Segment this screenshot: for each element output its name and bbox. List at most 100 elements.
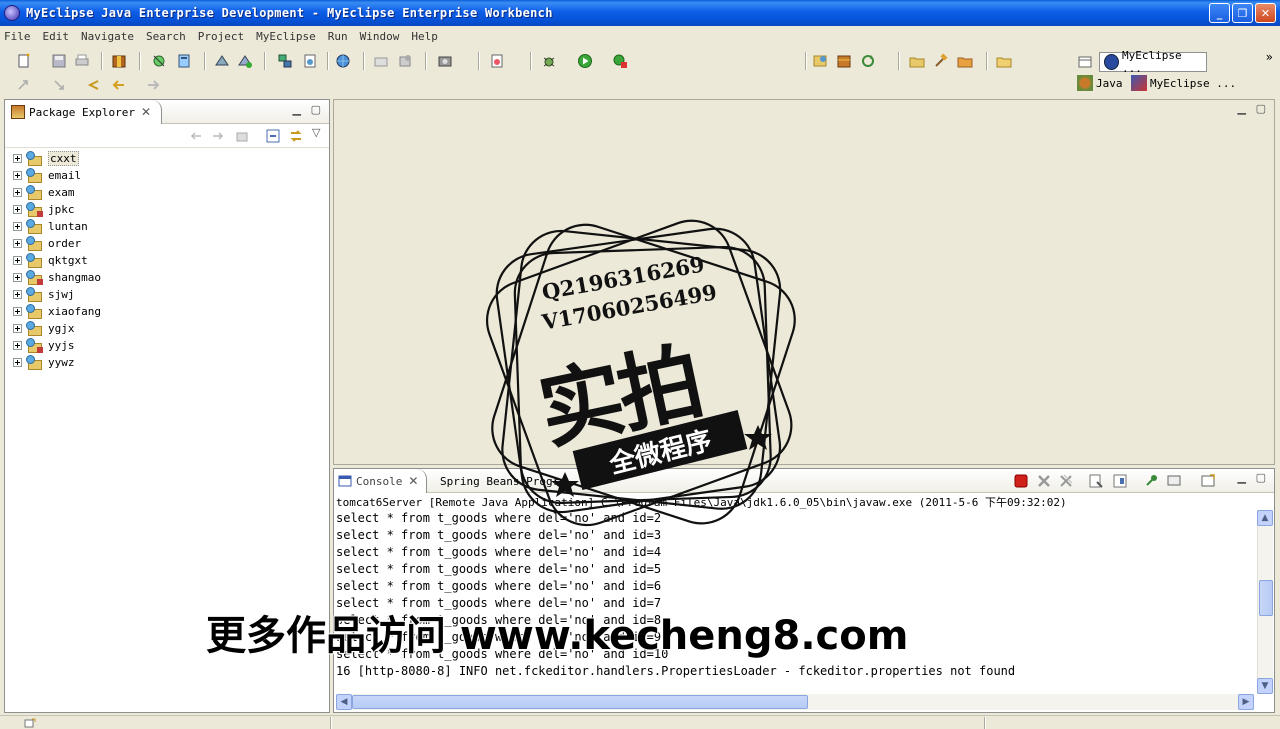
globe-icon[interactable] <box>335 53 351 69</box>
save-icon[interactable] <box>51 53 67 69</box>
menu-navigate[interactable]: Navigate <box>81 30 134 43</box>
tab-spring-beans-progress[interactable]: Spring Beans Progre <box>440 469 566 493</box>
pin-console-icon[interactable] <box>1144 474 1158 488</box>
scroll-left-icon[interactable]: ◀ <box>336 694 352 710</box>
forward-nav-icon[interactable] <box>210 128 226 144</box>
expand-icon[interactable] <box>13 256 22 265</box>
maximize-view-icon[interactable]: ▢ <box>311 103 321 116</box>
scroll-right-icon[interactable]: ▶ <box>1238 694 1254 710</box>
back-icon[interactable] <box>110 77 126 93</box>
tree-item-yywz[interactable]: yywz <box>13 354 101 371</box>
menu-run[interactable]: Run <box>328 30 348 43</box>
remove-launch-icon[interactable] <box>1037 474 1051 488</box>
perspective-myeclipse-active[interactable]: MyEclipse ... <box>1099 49 1207 75</box>
tree-item-shangmao[interactable]: shangmao <box>13 269 101 286</box>
tab-console[interactable]: Console ✕ <box>334 469 428 493</box>
up-nav-icon[interactable] <box>234 128 250 144</box>
expand-icon[interactable] <box>13 273 22 282</box>
print-icon[interactable] <box>74 53 90 69</box>
clear-console-icon[interactable] <box>1089 474 1103 488</box>
close-icon[interactable]: ✕ <box>141 105 151 119</box>
scroll-down-icon[interactable]: ▼ <box>1257 678 1273 694</box>
console-maximize-icon[interactable]: ▢ <box>1256 471 1266 484</box>
external-tools-icon[interactable] <box>612 53 628 69</box>
open-type-icon[interactable] <box>373 53 389 69</box>
menu-window[interactable]: Window <box>360 30 400 43</box>
folder-tool-icon[interactable] <box>957 53 973 69</box>
open-resource-icon[interactable] <box>397 53 413 69</box>
debug-server-icon[interactable] <box>151 53 167 69</box>
open-folder-icon[interactable] <box>909 53 925 69</box>
back-nav-icon[interactable] <box>188 128 204 144</box>
run-server-icon[interactable] <box>237 53 253 69</box>
new-package-icon[interactable] <box>836 53 852 69</box>
horizontal-scroll-thumb[interactable] <box>352 695 808 709</box>
open-web-icon[interactable] <box>812 53 828 69</box>
link-with-editor-icon[interactable] <box>288 128 304 144</box>
scroll-lock-icon[interactable] <box>1113 474 1127 488</box>
expand-icon[interactable] <box>13 341 22 350</box>
tree-item-yyjs[interactable]: yyjs <box>13 337 101 354</box>
expand-icon[interactable] <box>13 188 22 197</box>
new-class-icon[interactable] <box>489 53 505 69</box>
maximize-button[interactable]: ❐ <box>1232 3 1253 23</box>
minimize-button[interactable]: _ <box>1209 3 1230 23</box>
camera-icon[interactable] <box>437 53 453 69</box>
forward-icon[interactable] <box>146 77 162 93</box>
expand-icon[interactable] <box>13 307 22 316</box>
tree-item-cxxt[interactable]: cxxt <box>13 150 101 167</box>
tree-item-luntan[interactable]: luntan <box>13 218 101 235</box>
myeclipse-app-icon[interactable] <box>4 5 20 21</box>
tree-item-jpkc[interactable]: jpkc <box>13 201 101 218</box>
display-selected-console-icon[interactable] <box>1167 474 1181 488</box>
hammer-icon[interactable] <box>933 53 949 69</box>
run-icon[interactable] <box>577 53 593 69</box>
deploy-icon[interactable] <box>214 53 230 69</box>
tab-package-explorer[interactable]: Package Explorer ✕ <box>5 100 163 124</box>
refresh-icon[interactable] <box>860 53 876 69</box>
tree-item-ygjx[interactable]: ygjx <box>13 320 101 337</box>
menu-search[interactable]: Search <box>146 30 186 43</box>
expand-icon[interactable] <box>13 222 22 231</box>
expand-icon[interactable] <box>13 290 22 299</box>
editor-maximize-icon[interactable]: ▢ <box>1256 102 1266 115</box>
title-bar[interactable]: MyEclipse Java Enterprise Development - … <box>0 0 1280 26</box>
console-output[interactable]: select * from t_goods where del='no' and… <box>336 510 1254 688</box>
menu-edit[interactable]: Edit <box>43 30 70 43</box>
new-icon[interactable] <box>16 53 32 69</box>
close-icon[interactable]: ✕ <box>408 474 418 488</box>
database-icon[interactable] <box>277 53 293 69</box>
debug-icon[interactable] <box>541 53 557 69</box>
scroll-up-icon[interactable]: ▲ <box>1257 510 1273 526</box>
remove-all-terminated-icon[interactable] <box>1059 474 1073 488</box>
next-annotation-icon[interactable] <box>15 77 31 93</box>
editor-minimize-icon[interactable]: ▁ <box>1238 102 1246 115</box>
expand-icon[interactable] <box>13 324 22 333</box>
fast-view-icon[interactable] <box>24 718 36 728</box>
new-web-project-icon[interactable] <box>302 53 318 69</box>
menu-help[interactable]: Help <box>411 30 438 43</box>
menu-myeclipse[interactable]: MyEclipse <box>256 30 316 43</box>
view-menu-icon[interactable]: ▽ <box>312 126 320 139</box>
expand-icon[interactable] <box>13 205 22 214</box>
open-perspective-folder-icon[interactable] <box>996 53 1012 69</box>
close-window-button[interactable]: ✕ <box>1255 3 1276 23</box>
perspective-myeclipse-other[interactable]: MyEclipse ... <box>1131 73 1236 93</box>
menu-file[interactable]: File <box>4 30 31 43</box>
expand-icon[interactable] <box>13 154 22 163</box>
console-minimize-icon[interactable]: ▁ <box>1238 471 1246 484</box>
previous-annotation-icon[interactable] <box>51 77 67 93</box>
console-vertical-scrollbar[interactable]: ▲ ▼ <box>1257 510 1273 694</box>
minimize-view-icon[interactable]: ▁ <box>293 103 301 116</box>
perspective-chevron-icon[interactable]: » <box>1266 50 1273 64</box>
last-edit-location-icon[interactable] <box>86 77 102 93</box>
expand-icon[interactable] <box>13 239 22 248</box>
vertical-scroll-thumb[interactable] <box>1259 580 1273 616</box>
collapse-all-icon[interactable] <box>265 128 281 144</box>
tree-item-qktgxt[interactable]: qktgxt <box>13 252 101 269</box>
menu-project[interactable]: Project <box>198 30 244 43</box>
terminate-icon[interactable] <box>1014 474 1028 488</box>
console-horizontal-scrollbar[interactable]: ◀ ▶ <box>336 694 1254 710</box>
open-console-icon[interactable] <box>1201 474 1215 488</box>
open-perspective-icon[interactable] <box>1077 54 1093 70</box>
